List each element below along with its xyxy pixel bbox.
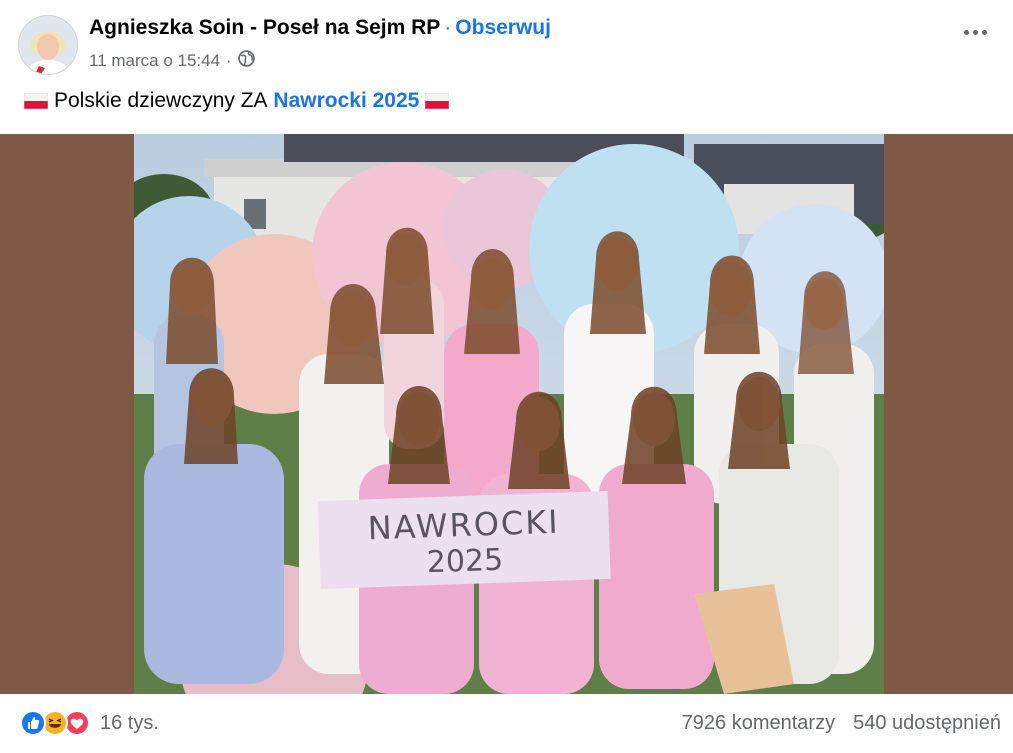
separator-dot: · [444, 16, 452, 39]
author-avatar[interactable] [18, 15, 78, 75]
author-line: Agnieszka Soin - Poseł na Sejm RP · Obserw… [89, 16, 551, 40]
reaction-count[interactable]: 16 tys. [100, 712, 159, 735]
reactions-summary[interactable]: 16 tys. [20, 710, 159, 736]
engagement-stats: 7926 komentarzy 540 udostępnień [682, 712, 1001, 735]
post-photo[interactable]: NAWROCKI 2025 [134, 134, 884, 694]
post-footer: 16 tys. 7926 komentarzy 540 udostępnień [0, 694, 1013, 753]
like-icon [20, 710, 46, 736]
caption-link[interactable]: Nawrocki 2025 [273, 89, 419, 113]
banner-line2: 2025 [426, 543, 504, 581]
post-caption: Polskie dziewczyny ZA Nawrocki 2025 [18, 89, 455, 113]
caption-text: Polskie dziewczyny ZA [54, 89, 268, 112]
poland-flag-icon [24, 93, 48, 109]
post-meta: 11 marca o 15:44 · [89, 50, 255, 72]
follow-button[interactable]: Obserwuj [455, 16, 551, 39]
more-options-icon[interactable] [964, 30, 987, 35]
post-timestamp[interactable]: 11 marca o 15:44 [89, 51, 220, 71]
post-header: Agnieszka Soin - Poseł na Sejm RP · Obserw… [0, 0, 1013, 134]
banner-line1: NAWROCKI [367, 503, 560, 548]
meta-separator: · [226, 51, 232, 70]
globe-icon[interactable] [237, 50, 255, 72]
author-name[interactable]: Agnieszka Soin - Poseł na Sejm RP [89, 16, 440, 39]
comments-count[interactable]: 7926 komentarzy [682, 712, 835, 735]
poland-flag-icon [425, 93, 450, 109]
post-media[interactable]: NAWROCKI 2025 [0, 134, 1013, 694]
shares-count[interactable]: 540 udostępnień [853, 712, 1001, 735]
